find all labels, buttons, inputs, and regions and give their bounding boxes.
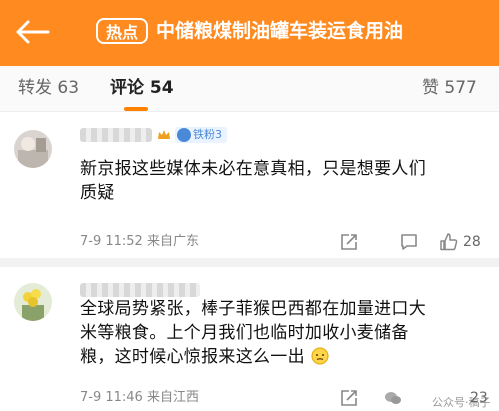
comment-time: 7-9 11:46	[80, 390, 143, 405]
tab-reposts-label: 转发	[18, 78, 52, 98]
hot-badge: 热点	[96, 18, 149, 44]
tab-comments-count: 54	[149, 78, 174, 98]
comment-text-line: 米等粮食。上个月我们也临时加收小麦储备	[80, 323, 409, 343]
fan-badge-label: 铁粉3	[193, 128, 222, 141]
tab-reposts-count: 63	[57, 78, 80, 98]
comment-location: 来自江西	[146, 390, 199, 405]
fan-badge-icon	[177, 128, 191, 142]
comment-text-line: 粮，这时候心惊报来这么一出	[80, 345, 426, 369]
tab-likes-label: 赞	[422, 78, 439, 98]
tab-likes[interactable]: 赞 577	[422, 76, 477, 100]
tab-reposts[interactable]: 转发 63	[18, 76, 79, 100]
tab-comments-label: 评论	[110, 78, 144, 98]
comment-icon[interactable]	[399, 232, 419, 252]
comment-meta: 7-9 11:46 来自江西	[80, 389, 199, 407]
comment-time: 7-9 11:52	[80, 234, 143, 249]
top-bar: 热点 中储粮煤制油罐车装运食用油	[0, 0, 499, 66]
back-arrow-icon[interactable]	[14, 18, 50, 46]
username-blurred[interactable]	[80, 283, 200, 297]
comment-text-fragment: 粮，这时候心惊报来这么一出	[80, 347, 305, 367]
active-tab-indicator	[124, 107, 148, 111]
comment-text-line: 质疑	[80, 183, 115, 203]
share-icon[interactable]	[339, 388, 359, 408]
avatar[interactable]	[14, 283, 52, 321]
crown-icon	[158, 130, 170, 139]
avatar-image	[14, 283, 52, 321]
comment-text: 新京报这些媒体未必在意真相，只是想要人们 质疑	[80, 157, 426, 205]
tab-likes-count: 577	[444, 78, 477, 98]
avatar-image	[14, 130, 52, 168]
comment-location: 来自广东	[146, 234, 199, 249]
thumbs-up-icon[interactable]	[439, 232, 459, 252]
comment-text: 全球局势紧张，棒子菲猴巴西都在加量进口大 米等粮食。上个月我们也临时加收小麦储备…	[80, 297, 426, 369]
like-count: 23	[470, 390, 488, 406]
tab-comments[interactable]: 评论 54	[110, 76, 174, 100]
comment-divider	[0, 258, 499, 267]
comment-text-line: 新京报这些媒体未必在意真相，只是想要人们	[80, 159, 426, 179]
page-title: 中储粮煤制油罐车装运食用油	[156, 20, 404, 42]
fan-badge: 铁粉3	[175, 127, 227, 143]
avatar[interactable]	[14, 130, 52, 168]
comment-text-line: 全球局势紧张，棒子菲猴巴西都在加量进口大	[80, 299, 426, 319]
like-count: 28	[463, 234, 481, 250]
comment-meta: 7-9 11:52 来自广东	[80, 233, 199, 251]
wechat-icon	[385, 392, 401, 404]
share-icon[interactable]	[339, 232, 359, 252]
tab-bar: 转发 63 评论 54 赞 577	[0, 66, 499, 112]
username-blurred[interactable]	[80, 128, 152, 142]
embarrassed-emoji-icon	[311, 347, 329, 365]
